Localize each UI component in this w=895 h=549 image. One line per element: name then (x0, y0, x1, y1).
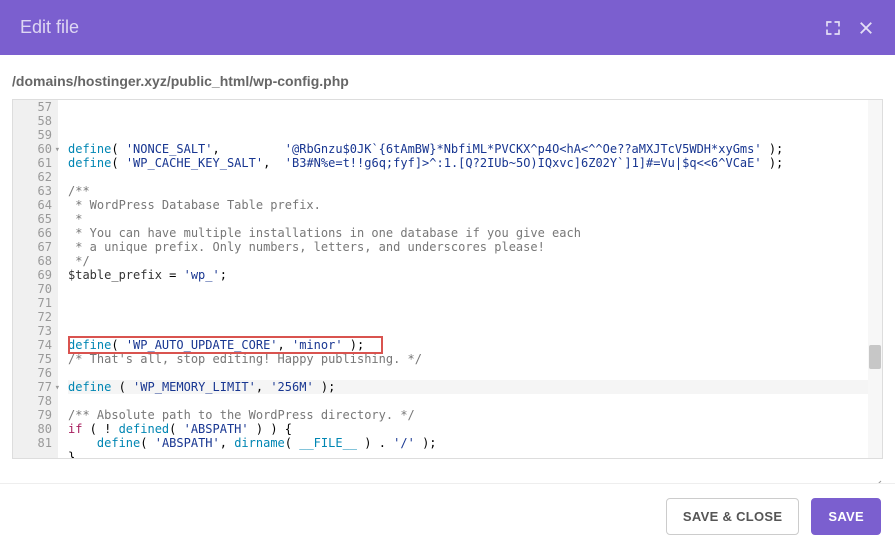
line-number: 78 (23, 394, 52, 408)
line-number: 72 (23, 310, 52, 324)
line-number: 77▾ (23, 380, 52, 394)
line-number: 76 (23, 366, 52, 380)
code-line[interactable]: /** Absolute path to the WordPress direc… (68, 408, 882, 422)
close-icon[interactable] (857, 19, 875, 37)
code-line[interactable]: if ( ! defined( 'ABSPATH' ) ) { (68, 422, 882, 436)
code-line[interactable] (68, 366, 882, 380)
line-number: 61 (23, 156, 52, 170)
line-number: 59 (23, 128, 52, 142)
dialog-footer: SAVE & CLOSE SAVE (0, 483, 895, 549)
line-number: 68 (23, 254, 52, 268)
expand-icon[interactable] (824, 19, 842, 37)
line-number: 66 (23, 226, 52, 240)
file-path: /domains/hostinger.xyz/public_html/wp-co… (0, 55, 895, 99)
code-line[interactable]: define( 'ABSPATH', dirname( __FILE__ ) .… (68, 436, 882, 450)
line-number: 74 (23, 338, 52, 352)
line-number: 79 (23, 408, 52, 422)
line-number: 70 (23, 282, 52, 296)
code-line[interactable]: */ (68, 254, 882, 268)
code-line[interactable]: /** (68, 184, 882, 198)
code-line[interactable]: define( 'WP_CACHE_KEY_SALT', 'B3#N%e=t!!… (68, 156, 882, 170)
code-line[interactable]: * (68, 212, 882, 226)
line-number: 80 (23, 422, 52, 436)
line-number: 71 (23, 296, 52, 310)
code-line[interactable] (68, 296, 882, 310)
line-number: 69 (23, 268, 52, 282)
line-number-gutter: 57585960▾6162636465666768697071727374757… (13, 100, 58, 458)
code-area[interactable]: define( 'NONCE_SALT', '@RbGnzu$0JK`{6tAm… (58, 100, 882, 458)
code-line[interactable] (68, 324, 882, 338)
code-line[interactable] (68, 282, 882, 296)
code-line[interactable]: * WordPress Database Table prefix. (68, 198, 882, 212)
code-line[interactable]: define( 'WP_AUTO_UPDATE_CORE', 'minor' )… (68, 338, 882, 352)
line-number: 75 (23, 352, 52, 366)
window-title: Edit file (20, 17, 79, 38)
line-number: 65 (23, 212, 52, 226)
code-line[interactable] (68, 310, 882, 324)
code-line[interactable]: $table_prefix = 'wp_'; (68, 268, 882, 282)
line-number: 81 (23, 436, 52, 450)
code-line[interactable]: * a unique prefix. Only numbers, letters… (68, 240, 882, 254)
line-number: 63 (23, 184, 52, 198)
line-number: 73 (23, 324, 52, 338)
code-line[interactable]: * You can have multiple installations in… (68, 226, 882, 240)
line-number: 62 (23, 170, 52, 184)
code-line[interactable]: define( 'NONCE_SALT', '@RbGnzu$0JK`{6tAm… (68, 142, 882, 156)
line-number: 64 (23, 198, 52, 212)
save-and-close-button[interactable]: SAVE & CLOSE (666, 498, 799, 535)
line-number: 60▾ (23, 142, 52, 156)
code-line[interactable] (68, 394, 882, 408)
code-editor[interactable]: 57585960▾6162636465666768697071727374757… (12, 99, 883, 459)
code-line[interactable] (68, 170, 882, 184)
code-line[interactable]: /* That's all, stop editing! Happy publi… (68, 352, 882, 366)
line-number: 67 (23, 240, 52, 254)
code-line[interactable]: } (68, 450, 882, 458)
vertical-scrollbar[interactable] (868, 100, 882, 458)
line-number: 57 (23, 100, 52, 114)
save-button[interactable]: SAVE (811, 498, 881, 535)
window-header: Edit file (0, 0, 895, 55)
code-line[interactable]: define ( 'WP_MEMORY_LIMIT', '256M' ); (68, 380, 882, 394)
scrollbar-thumb[interactable] (869, 345, 881, 369)
line-number: 58 (23, 114, 52, 128)
header-actions (824, 19, 875, 37)
